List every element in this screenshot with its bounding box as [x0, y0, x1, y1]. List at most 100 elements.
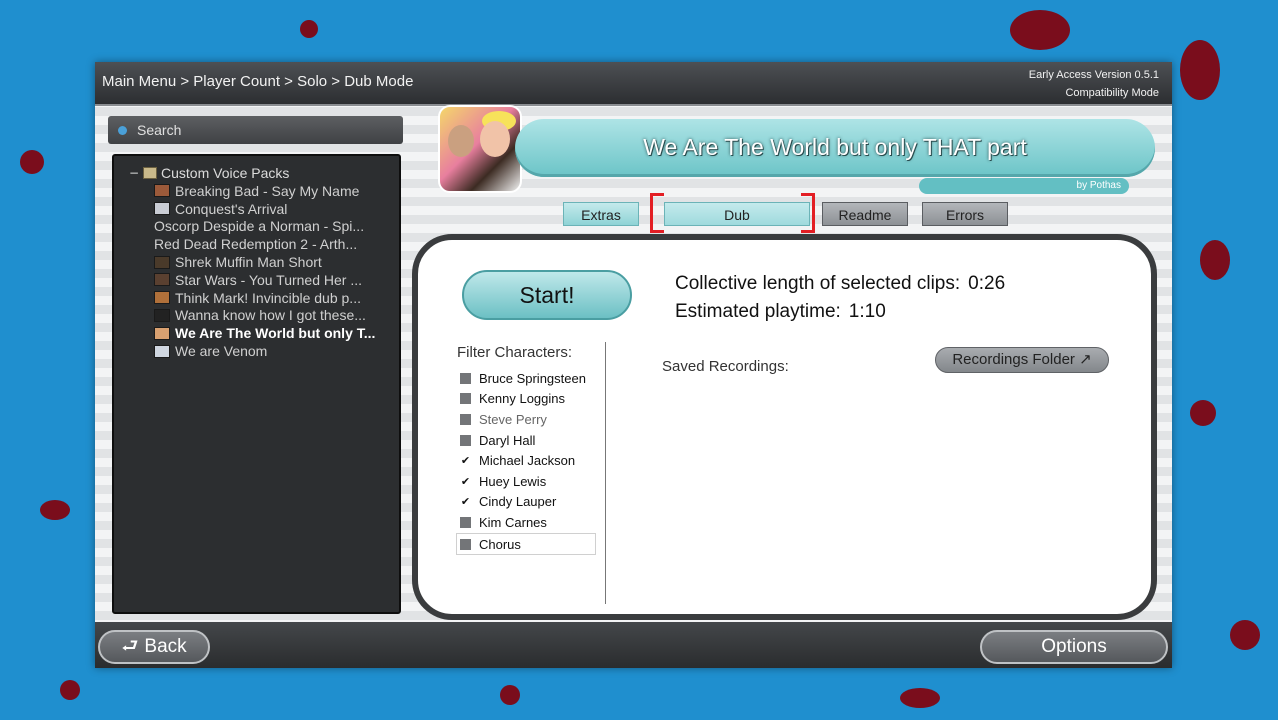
pack-title: We Are The World but only THAT part [643, 134, 1027, 160]
character-name: Daryl Hall [479, 432, 536, 448]
thumbnail-icon [154, 344, 170, 358]
clip-length-label: Collective length of selected clips: [675, 273, 961, 294]
selection-bracket-left [650, 193, 664, 233]
character-checkbox-row[interactable]: ✔ Huey Lewis [460, 471, 600, 492]
character-filter-list: Bruce Springsteen Kenny Loggins Steve Perr… [456, 368, 600, 556]
tree-item-label: We are Venom [175, 343, 268, 360]
tab-readme[interactable]: Readme [822, 202, 908, 226]
tree-item-label: Wanna know how I got these... [175, 307, 366, 324]
options-button[interactable]: Options [980, 630, 1168, 664]
version-label: Early Access Version 0.5.1 [1028, 69, 1159, 81]
tree-root-label: Custom Voice Packs [161, 165, 290, 181]
collapse-icon[interactable]: − [129, 166, 141, 180]
back-arrow-icon: ⮐ [121, 636, 139, 657]
folder-icon [143, 167, 157, 179]
checkmark-icon[interactable]: ✔ [460, 495, 471, 508]
clip-stats: Collective length of selected clips: 0:26… [675, 270, 1005, 326]
tree-item-label: Star Wars - You Turned Her ... [175, 271, 363, 288]
character-checkbox-row[interactable]: Kenny Loggins [460, 389, 600, 410]
checkbox-unchecked[interactable] [460, 413, 471, 425]
character-name: Michael Jackson [479, 453, 576, 469]
checkmark-icon[interactable]: ✔ [460, 454, 471, 467]
tree-item[interactable]: Wanna know how I got these... [114, 307, 399, 325]
character-name: Chorus [479, 536, 521, 552]
voice-pack-tree[interactable]: − Custom Voice Packs Breaking Bad - Say … [112, 154, 401, 614]
start-button[interactable]: Start! [462, 270, 632, 320]
tree-item[interactable]: Breaking Bad - Say My Name [114, 182, 399, 200]
tree-item[interactable]: Red Dead Redemption 2 - Arth... [114, 235, 399, 253]
filter-label: Filter Characters: [457, 344, 573, 361]
playtime-value: 1:10 [848, 301, 886, 322]
search-bar[interactable]: Search [108, 116, 403, 144]
character-name: Kim Carnes [479, 514, 547, 530]
top-bar: Main Menu > Player Count > Solo > Dub Mo… [95, 62, 1172, 106]
playtime-label: Estimated playtime: [675, 301, 841, 322]
search-icon [118, 126, 127, 135]
album-art-figure-1 [448, 125, 474, 157]
back-button[interactable]: ⮐ Back [98, 630, 210, 664]
checkbox-unchecked[interactable] [460, 393, 471, 405]
tree-item-label: Conquest's Arrival [175, 200, 288, 217]
tree-item-label: Oscorp Despide a Norman - Spi... [154, 218, 365, 235]
bottom-bar: ⮐ Back Options [95, 622, 1172, 668]
tree-item[interactable]: Think Mark! Invincible dub p... [114, 289, 399, 307]
author-label: by Pothas [1076, 180, 1121, 191]
breadcrumb: Main Menu > Player Count > Solo > Dub Mo… [102, 73, 414, 90]
tree-item[interactable]: We Are The World but only T... [114, 324, 399, 342]
album-art-figure-2 [480, 121, 510, 157]
tree-item[interactable]: Star Wars - You Turned Her ... [114, 271, 399, 289]
thumbnail-icon [154, 255, 170, 269]
tree-item-label: Breaking Bad - Say My Name [175, 182, 360, 199]
dub-panel: Start! Collective length of selected cli… [412, 234, 1157, 620]
divider [605, 342, 606, 604]
album-art [438, 105, 522, 193]
back-label: Back [144, 636, 187, 657]
tree-item-label: We Are The World but only T... [175, 325, 376, 342]
character-name: Bruce Springsteen [479, 370, 586, 386]
character-checkbox-row[interactable]: Daryl Hall [460, 430, 600, 451]
saved-recordings-label: Saved Recordings: [662, 358, 789, 375]
tree-items: Breaking Bad - Say My Name Conquest's Arr… [114, 182, 399, 360]
character-checkbox-row[interactable]: Kim Carnes [460, 512, 600, 533]
tab-errors[interactable]: Errors [922, 202, 1008, 226]
tab-dub[interactable]: Dub [664, 202, 810, 226]
character-checkbox-row[interactable]: Steve Perry [460, 409, 600, 430]
thumbnail-icon [154, 308, 170, 322]
clip-length-value: 0:26 [968, 273, 1006, 294]
checkbox-unchecked[interactable] [460, 372, 471, 384]
checkmark-icon[interactable]: ✔ [460, 475, 471, 488]
tree-root[interactable]: − Custom Voice Packs [114, 164, 399, 182]
character-checkbox-row[interactable]: ✔ Michael Jackson [460, 450, 600, 471]
character-name: Kenny Loggins [479, 391, 566, 407]
tree-item-label: Shrek Muffin Man Short [175, 254, 322, 271]
character-name: Steve Perry [479, 411, 547, 427]
character-checkbox-row[interactable]: Chorus [456, 532, 596, 556]
selection-bracket-right [801, 193, 815, 233]
tree-item[interactable]: Shrek Muffin Man Short [114, 253, 399, 271]
tree-item-label: Red Dead Redemption 2 - Arth... [154, 236, 358, 253]
checkbox-unchecked[interactable] [460, 516, 471, 528]
version-info: Early Access Version 0.5.1 Compatibility… [1029, 66, 1159, 102]
tree-item-label: Think Mark! Invincible dub p... [175, 289, 361, 306]
app-window: Main Menu > Player Count > Solo > Dub Mo… [95, 62, 1172, 668]
thumbnail-icon [154, 202, 170, 216]
thumbnail-icon [154, 184, 170, 198]
character-name: Cindy Lauper [479, 494, 557, 510]
checkbox-unchecked[interactable] [460, 538, 471, 550]
playtime-row: Estimated playtime: 1:10 [675, 298, 1005, 326]
recordings-folder-button[interactable]: Recordings Folder ↗ [935, 347, 1109, 373]
character-checkbox-row[interactable]: Bruce Springsteen [460, 368, 600, 389]
search-label: Search [137, 122, 182, 138]
thumbnail-icon [154, 273, 170, 287]
thumbnail-icon [154, 326, 170, 340]
character-checkbox-row[interactable]: ✔ Cindy Lauper [460, 492, 600, 513]
clip-length-row: Collective length of selected clips: 0:26 [675, 270, 1005, 298]
tree-item[interactable]: Oscorp Despide a Norman - Spi... [114, 218, 399, 236]
tab-extras[interactable]: Extras [563, 202, 639, 226]
title-banner: We Are The World but only THAT part [515, 119, 1155, 177]
thumbnail-icon [154, 291, 170, 305]
tree-item[interactable]: We are Venom [114, 342, 399, 360]
tree-item[interactable]: Conquest's Arrival [114, 200, 399, 218]
checkbox-unchecked[interactable] [460, 434, 471, 446]
author-bar: by Pothas [919, 178, 1129, 194]
